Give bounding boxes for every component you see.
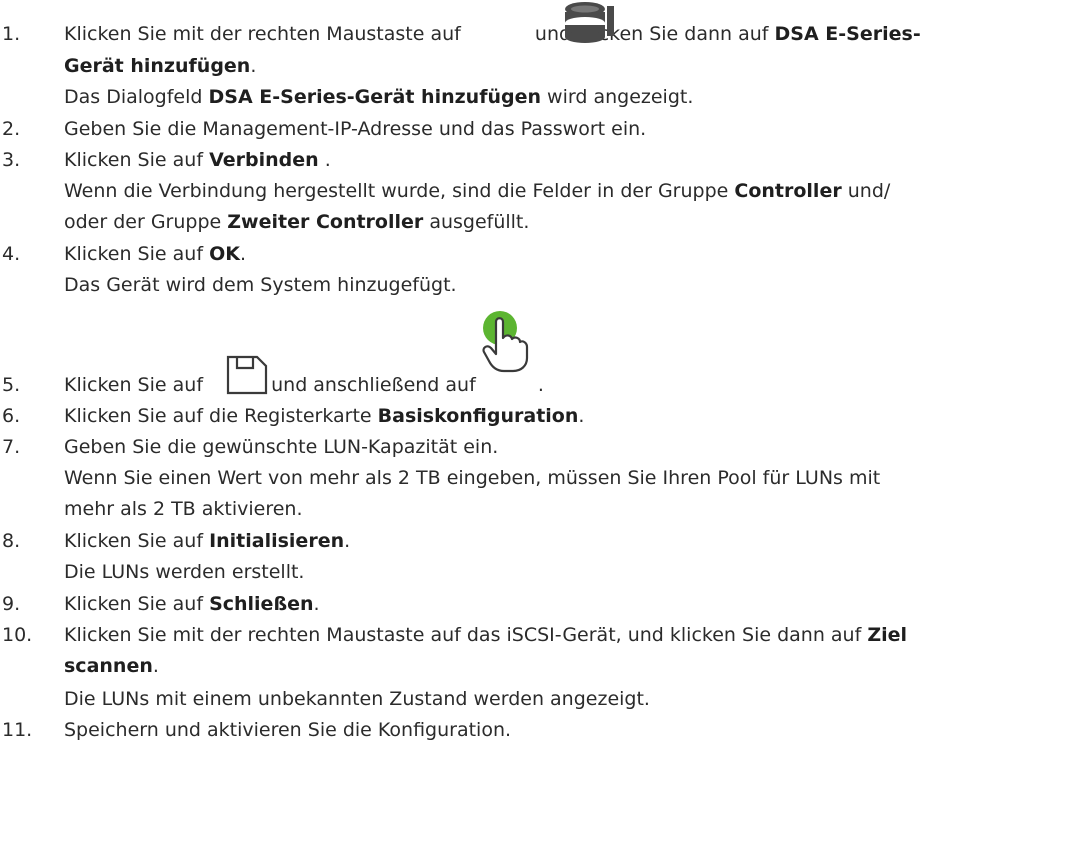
step-number: 4. bbox=[2, 243, 21, 265]
step-number: 7. bbox=[2, 436, 21, 458]
step-text: Klicken Sie auf Schließen. bbox=[64, 593, 320, 615]
step-number: 5. bbox=[2, 374, 21, 396]
step-number: 3. bbox=[2, 149, 21, 171]
step-number: 11. bbox=[2, 719, 33, 741]
step-number: 8. bbox=[2, 530, 21, 552]
step-text: Klicken Sie auf die Registerkarte Basisk… bbox=[64, 405, 585, 427]
step-text: Klicken Sie auf Verbinden . bbox=[64, 149, 331, 171]
step-text: Geben Sie die Management-IP-Adresse und … bbox=[64, 118, 647, 140]
storage-device-icon bbox=[565, 2, 614, 43]
activate-hand-icon[interactable] bbox=[478, 308, 532, 374]
step-number: 6. bbox=[2, 405, 21, 427]
step-text: Klicken Sie mit der rechten Maustaste au… bbox=[64, 23, 921, 45]
step-text: Geben Sie die gewünschte LUN-Kapazität e… bbox=[64, 436, 499, 458]
step-number: 10. bbox=[2, 624, 33, 646]
step-number: 2. bbox=[2, 118, 21, 140]
step-text: Klicken Sie mit der rechten Maustaste au… bbox=[64, 624, 908, 646]
step-number: 9. bbox=[2, 593, 21, 615]
step-text: Speichern und aktivieren Sie die Konfigu… bbox=[64, 719, 512, 741]
step-text: Klicken Sie auf OK. bbox=[64, 243, 246, 265]
step-text: Klicken Sie auf Initialisieren. bbox=[64, 530, 351, 552]
step-number: 1. bbox=[2, 23, 21, 45]
save-icon[interactable] bbox=[225, 354, 269, 396]
step-text: Klicken Sie auf und anschließend auf . bbox=[64, 374, 544, 396]
